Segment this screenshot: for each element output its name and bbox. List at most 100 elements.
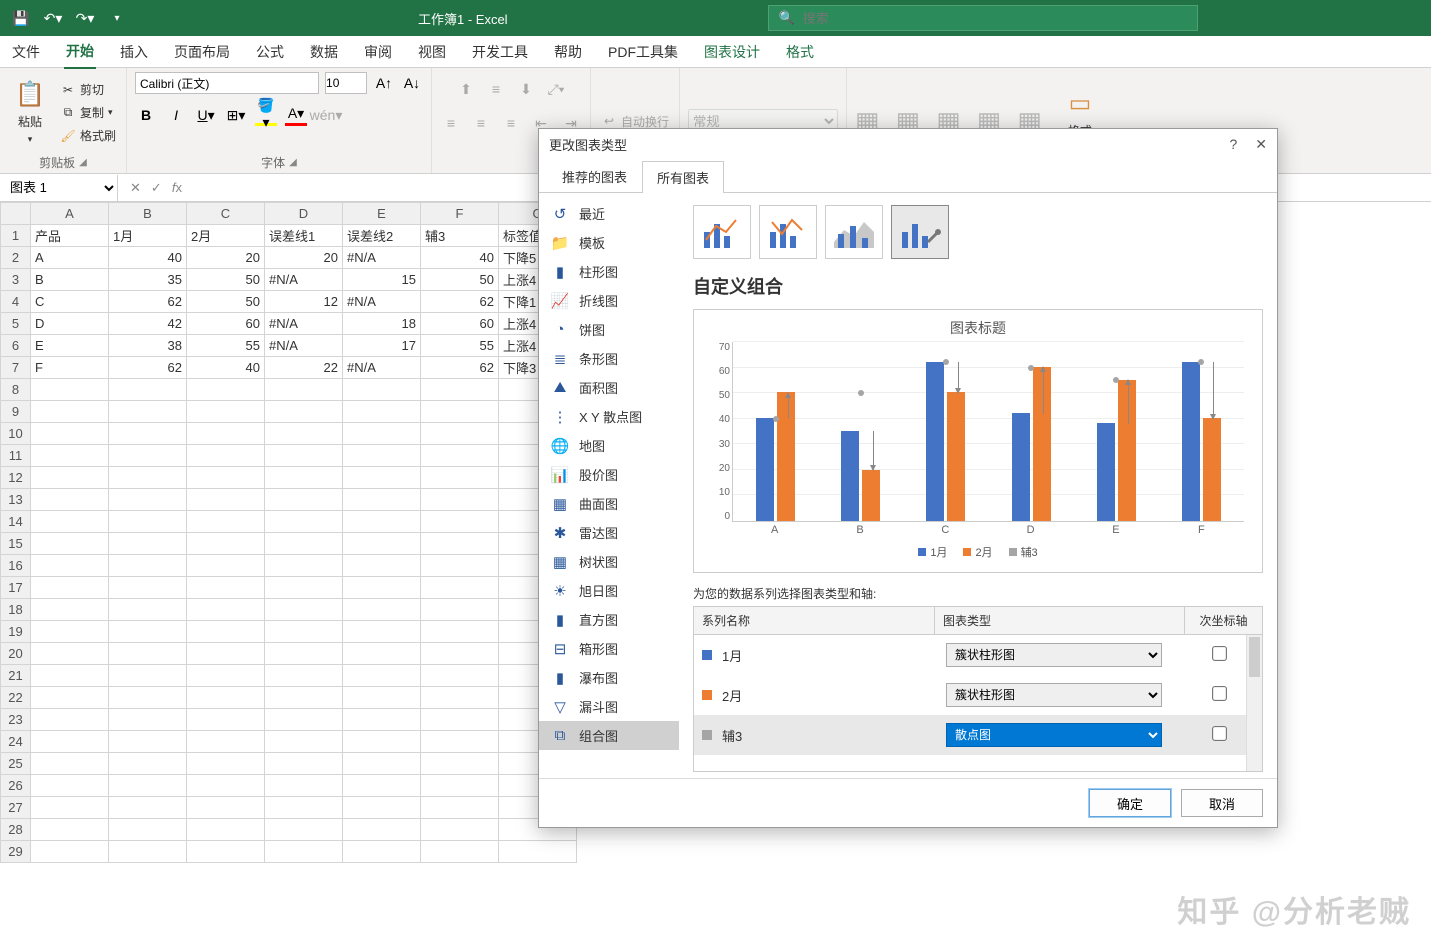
cell[interactable] — [265, 555, 343, 577]
cell[interactable]: 误差线1 — [265, 225, 343, 247]
decrease-font-icon[interactable]: A↓ — [401, 72, 423, 94]
col-header[interactable]: C — [187, 203, 265, 225]
align-right-icon[interactable]: ≡ — [500, 112, 522, 134]
cell[interactable]: A — [31, 247, 109, 269]
cell[interactable] — [265, 379, 343, 401]
cell[interactable]: 辅3 — [421, 225, 499, 247]
row-header[interactable]: 16 — [1, 555, 31, 577]
cell[interactable] — [109, 665, 187, 687]
cell[interactable]: 1月 — [109, 225, 187, 247]
cell[interactable] — [187, 797, 265, 819]
format-painter-button[interactable]: 🖌格式刷 — [58, 126, 118, 145]
cell[interactable]: 62 — [109, 291, 187, 313]
row-header[interactable]: 13 — [1, 489, 31, 511]
cell[interactable]: 50 — [187, 269, 265, 291]
series-type-select[interactable]: 散点图 — [946, 723, 1162, 747]
chart-category-item[interactable]: ▮直方图 — [539, 605, 679, 634]
cell[interactable] — [421, 511, 499, 533]
cell[interactable] — [421, 445, 499, 467]
cell[interactable] — [187, 841, 265, 863]
cell[interactable] — [265, 775, 343, 797]
cell[interactable] — [109, 709, 187, 731]
cell[interactable]: 40 — [187, 357, 265, 379]
chart-category-item[interactable]: ⛰面积图 — [539, 373, 679, 402]
cell[interactable] — [343, 665, 421, 687]
cell[interactable]: #N/A — [265, 335, 343, 357]
row-header[interactable]: 9 — [1, 401, 31, 423]
row-header[interactable]: 7 — [1, 357, 31, 379]
cell[interactable] — [343, 819, 421, 841]
cell[interactable] — [343, 401, 421, 423]
row-header[interactable]: 25 — [1, 753, 31, 775]
chart-category-item[interactable]: ≣条形图 — [539, 344, 679, 373]
redo-icon[interactable]: ↷▾ — [74, 7, 96, 29]
cell[interactable] — [109, 599, 187, 621]
cell[interactable] — [109, 841, 187, 863]
cell[interactable] — [31, 643, 109, 665]
chart-category-item[interactable]: 📁模板 — [539, 228, 679, 257]
cell[interactable] — [265, 401, 343, 423]
series-scrollbar[interactable] — [1246, 635, 1262, 771]
combo-subtype-2[interactable] — [759, 205, 817, 259]
cell[interactable] — [31, 533, 109, 555]
row-header[interactable]: 27 — [1, 797, 31, 819]
row-header[interactable]: 2 — [1, 247, 31, 269]
col-header[interactable]: D — [265, 203, 343, 225]
cell[interactable] — [187, 467, 265, 489]
cell[interactable] — [343, 577, 421, 599]
cell[interactable] — [265, 599, 343, 621]
phonetic-icon[interactable]: wén▾ — [315, 104, 337, 126]
series-type-select[interactable]: 簇状柱形图 — [946, 683, 1162, 707]
cell[interactable]: E — [31, 335, 109, 357]
chart-category-item[interactable]: 📈折线图 — [539, 286, 679, 315]
cell[interactable] — [421, 775, 499, 797]
cell[interactable] — [31, 599, 109, 621]
cell[interactable] — [421, 621, 499, 643]
name-box[interactable]: 图表 1 — [0, 175, 117, 201]
col-header[interactable]: A — [31, 203, 109, 225]
cell[interactable] — [343, 753, 421, 775]
cell[interactable] — [265, 687, 343, 709]
cell[interactable]: 15 — [343, 269, 421, 291]
cell[interactable] — [31, 621, 109, 643]
cell[interactable] — [421, 709, 499, 731]
orientation-icon[interactable]: ⤢▾ — [545, 78, 567, 100]
italic-icon[interactable]: I — [165, 104, 187, 126]
bold-icon[interactable]: B — [135, 104, 157, 126]
cut-button[interactable]: ✂剪切 — [58, 80, 118, 99]
cell[interactable] — [31, 797, 109, 819]
cell[interactable] — [265, 731, 343, 753]
chart-category-item[interactable]: ✱雷达图 — [539, 518, 679, 547]
tab-file[interactable]: 文件 — [10, 36, 42, 68]
series-row[interactable]: 辅3 散点图 — [694, 715, 1262, 755]
col-header[interactable]: E — [343, 203, 421, 225]
cell[interactable]: 35 — [109, 269, 187, 291]
row-header[interactable]: 19 — [1, 621, 31, 643]
secondary-axis-checkbox[interactable] — [1212, 686, 1227, 701]
cell[interactable] — [187, 687, 265, 709]
align-left-icon[interactable]: ≡ — [440, 112, 462, 134]
align-top-icon[interactable]: ⬆ — [455, 78, 477, 100]
close-icon[interactable]: ✕ — [1255, 136, 1267, 153]
align-bottom-icon[interactable]: ⬇ — [515, 78, 537, 100]
tab-page-layout[interactable]: 页面布局 — [172, 36, 232, 68]
font-name-input[interactable] — [135, 72, 319, 94]
row-header[interactable]: 5 — [1, 313, 31, 335]
cell[interactable]: 误差线2 — [343, 225, 421, 247]
cell[interactable]: C — [31, 291, 109, 313]
undo-icon[interactable]: ↶▾ — [42, 7, 64, 29]
paste-button[interactable]: 📋 粘贴 ▾ — [8, 75, 52, 151]
cell[interactable]: #N/A — [265, 269, 343, 291]
cell[interactable] — [109, 555, 187, 577]
cell[interactable] — [343, 555, 421, 577]
cell[interactable]: 55 — [187, 335, 265, 357]
cell[interactable] — [109, 445, 187, 467]
cell[interactable]: 20 — [265, 247, 343, 269]
cell[interactable]: 62 — [421, 291, 499, 313]
chart-category-item[interactable]: ⋮X Y 散点图 — [539, 402, 679, 431]
clipboard-launcher-icon[interactable]: ◢ — [79, 157, 87, 168]
row-header[interactable]: 20 — [1, 643, 31, 665]
cell[interactable] — [187, 731, 265, 753]
cell[interactable]: 42 — [109, 313, 187, 335]
cell[interactable] — [421, 599, 499, 621]
